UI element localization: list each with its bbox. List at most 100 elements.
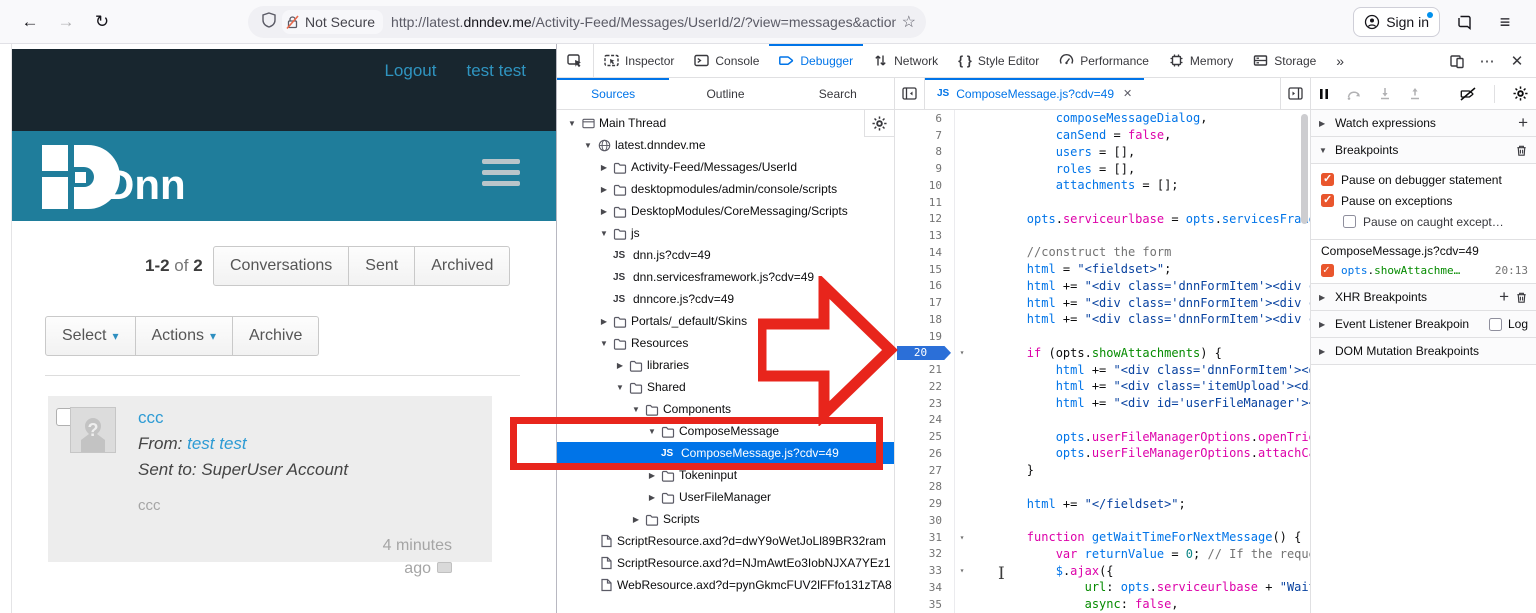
code-line[interactable]: 31▾ function getWaitTimeForNextMessage()… [895, 529, 1310, 546]
add-watch-icon[interactable]: + [1518, 116, 1528, 130]
editor-scrollbar[interactable] [1301, 114, 1308, 224]
tree-item[interactable]: ScriptResource.axd?d=dwY9oWetJoLl89BR32r… [557, 530, 894, 552]
line-number[interactable]: 14 [895, 244, 955, 261]
actions-dropdown[interactable]: Actions▾ [136, 316, 234, 356]
code-line[interactable]: 32 var returnValue = 0; // If the reque [895, 546, 1310, 563]
code-line[interactable]: 19 [895, 328, 1310, 345]
line-number[interactable]: 34 [895, 579, 955, 596]
code-line[interactable]: 29 html += "</fieldset>"; [895, 495, 1310, 512]
step-out-icon[interactable] [1409, 87, 1421, 100]
code-line[interactable]: 23 html += "<div id='userFileManager'>< [895, 395, 1310, 412]
expand-panel-icon[interactable] [1280, 78, 1310, 109]
devtools-menu-icon[interactable]: ⋯ [1474, 48, 1500, 74]
line-number[interactable]: 9 [895, 160, 955, 177]
breakpoint-marker[interactable]: 20 [897, 346, 951, 361]
tree-item[interactable]: ▼js [557, 222, 894, 244]
code-line[interactable]: 17 html += "<div class='dnnFormItem'><di… [895, 294, 1310, 311]
code-line[interactable]: 7 canSend = false, [895, 127, 1310, 144]
tree-item[interactable]: ▶Scripts [557, 508, 894, 530]
code-line[interactable]: 18 html += "<div class='dnnFormItem'><di… [895, 311, 1310, 328]
tab-style-editor[interactable]: { } Style Editor [948, 44, 1049, 77]
logout-link[interactable]: Logout [384, 61, 436, 81]
pause-debugger-statement-option[interactable]: ✓ Pause on debugger statement [1311, 169, 1536, 190]
tree-item[interactable]: ▶DesktopModules/CoreMessaging/Scripts [557, 200, 894, 222]
tab-storage[interactable]: Storage [1243, 44, 1326, 77]
twisty-icon[interactable]: ▶ [629, 515, 643, 524]
tab-inspector[interactable]: Inspector [594, 44, 684, 77]
expand-icon[interactable] [437, 562, 452, 573]
twisty-icon[interactable]: ▼ [613, 383, 627, 392]
add-xhr-breakpoint-icon[interactable]: + [1499, 290, 1509, 304]
reload-icon[interactable]: ↻ [88, 8, 116, 36]
tree-item[interactable]: ▼Main Thread [557, 112, 894, 134]
twisty-icon[interactable]: ▶ [597, 317, 611, 326]
line-number[interactable]: 31 [895, 529, 955, 546]
line-number[interactable]: 19 [895, 328, 955, 345]
back-icon[interactable]: ← [16, 8, 44, 36]
twisty-icon[interactable]: ▼ [581, 141, 595, 150]
pause-icon[interactable] [1319, 88, 1329, 100]
bookmark-star-icon[interactable]: ☆ [902, 12, 916, 32]
code-line[interactable]: 11 [895, 194, 1310, 211]
tab-archived[interactable]: Archived [415, 246, 510, 286]
close-devtools-icon[interactable]: ✕ [1504, 48, 1530, 74]
line-number[interactable]: 25 [895, 428, 955, 445]
shield-icon[interactable] [262, 12, 276, 33]
code-line[interactable]: 16 html += "<div class='dnnFormItem'><di… [895, 278, 1310, 295]
disable-breakpoints-icon[interactable] [1460, 87, 1476, 101]
fold-arrow-icon[interactable]: ▾ [955, 348, 969, 357]
code-line[interactable]: 28 [895, 479, 1310, 496]
sources-settings-gear-icon[interactable] [864, 110, 894, 137]
xhr-breakpoints-header[interactable]: ▶ XHR Breakpoints + [1311, 284, 1536, 311]
line-number[interactable]: 16 [895, 278, 955, 295]
tab-sent[interactable]: Sent [349, 246, 415, 286]
security-chip[interactable]: Not Secure [282, 10, 383, 34]
line-number[interactable]: 29 [895, 495, 955, 512]
breakpoint-entry[interactable]: ✓ opts.showAttachme… 20:13 [1311, 262, 1536, 284]
message-list-item[interactable]: ? ccc From: test test Sent to: SuperUser… [48, 396, 492, 562]
line-number[interactable]: 32 [895, 546, 955, 563]
code-line[interactable]: 20▾ if (opts.showAttachments) { [895, 345, 1310, 362]
tab-memory[interactable]: Memory [1159, 44, 1243, 77]
tab-search[interactable]: Search [782, 78, 894, 109]
user-link[interactable]: test test [466, 61, 526, 81]
remove-breakpoints-trash-icon[interactable] [1515, 144, 1528, 157]
signin-button[interactable]: Sign in [1353, 7, 1440, 37]
twisty-icon[interactable]: ▶ [613, 361, 627, 370]
site-menu-icon[interactable] [482, 159, 520, 192]
line-number[interactable]: 28 [895, 479, 955, 496]
tab-outline[interactable]: Outline [669, 78, 781, 109]
line-number[interactable]: 33 [895, 562, 955, 579]
tree-item[interactable]: ▶desktopmodules/admin/console/scripts [557, 178, 894, 200]
breakpoints-header[interactable]: ▼ Breakpoints [1311, 137, 1536, 164]
twisty-icon[interactable]: ▼ [597, 339, 611, 348]
breakpoint-line-number[interactable]: 20 [895, 345, 955, 362]
line-number[interactable]: 26 [895, 445, 955, 462]
app-menu-icon[interactable]: ≡ [1492, 9, 1518, 35]
line-number[interactable]: 23 [895, 395, 955, 412]
fold-arrow-icon[interactable]: ▾ [955, 533, 969, 542]
tab-console[interactable]: Console [684, 44, 769, 77]
line-number[interactable]: 8 [895, 144, 955, 161]
twisty-icon[interactable]: ▶ [597, 207, 611, 216]
line-number[interactable]: 35 [895, 596, 955, 613]
collapse-sources-panel-icon[interactable] [895, 78, 925, 109]
from-user-link[interactable]: test test [187, 434, 247, 453]
tree-item[interactable]: ▼latest.dnndev.me [557, 134, 894, 156]
message-subject-link[interactable]: ccc [138, 408, 164, 428]
code-line[interactable]: 21 html += "<div class='dnnFormItem'><d [895, 361, 1310, 378]
twisty-icon[interactable]: ▶ [597, 163, 611, 172]
code-line[interactable]: 9 roles = [], [895, 160, 1310, 177]
code-line[interactable]: 30 [895, 512, 1310, 529]
url-bar[interactable]: Not Secure http://latest.dnndev.me/Activ… [248, 6, 926, 38]
twisty-icon[interactable]: ▼ [597, 229, 611, 238]
pick-element-icon[interactable] [557, 44, 594, 77]
twisty-icon[interactable]: ▶ [645, 471, 659, 480]
code-line[interactable]: 24 [895, 412, 1310, 429]
twisty-icon[interactable]: ▼ [629, 405, 643, 414]
dom-mutation-breakpoints-header[interactable]: ▶ DOM Mutation Breakpoints [1311, 338, 1536, 365]
line-number[interactable]: 7 [895, 127, 955, 144]
step-in-icon[interactable] [1379, 87, 1391, 100]
tab-debugger[interactable]: Debugger [769, 44, 863, 77]
event-listener-breakpoints-header[interactable]: ▶ Event Listener Breakpoin Log [1311, 311, 1536, 338]
